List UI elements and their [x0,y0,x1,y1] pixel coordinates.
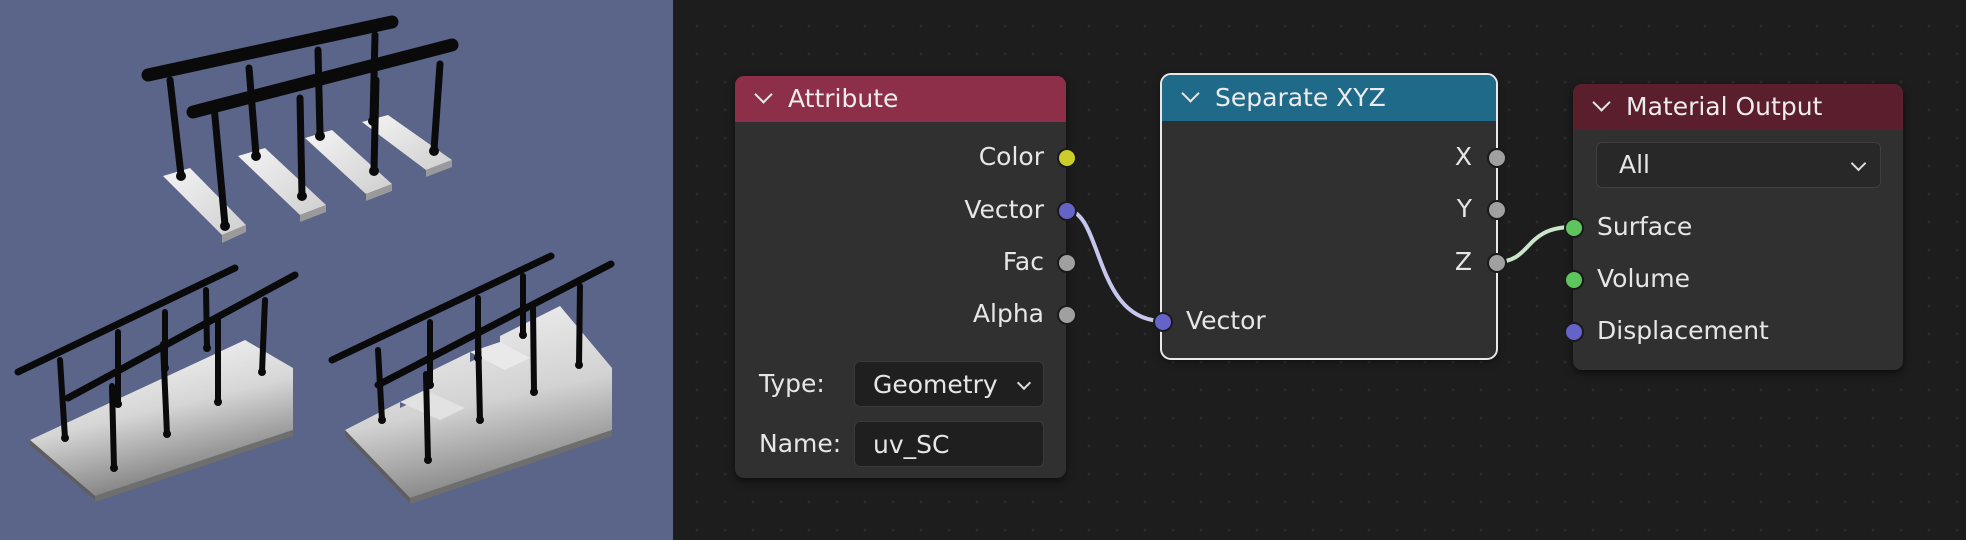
target-dropdown[interactable]: All [1596,142,1881,188]
output-color-socket[interactable] [1057,148,1077,168]
output-fac-socket[interactable] [1057,253,1077,273]
3d-viewport[interactable] [0,0,673,540]
top-railing-model [141,15,459,243]
name-label: Name: [759,429,842,458]
chevron-down-icon[interactable] [754,85,773,104]
separate-xyz-node[interactable]: Separate XYZ X Y Z Vector [1153,73,1507,360]
attribute-node-title: Attribute [788,84,899,113]
output-y-socket[interactable] [1487,200,1507,220]
node-editor[interactable]: Attribute Color Vector Fac Alpha Type: G… [673,0,1966,540]
material-output-node[interactable]: Material Output All Surface Volume Displ… [1564,84,1903,370]
chevron-down-icon[interactable] [1181,84,1200,103]
output-vector-socket[interactable] [1057,201,1077,221]
input-volume-socket[interactable] [1564,270,1584,290]
output-z-label: Z [1454,247,1472,276]
type-label: Type: [759,369,825,398]
output-x-label: X [1454,142,1472,171]
input-vector-socket[interactable] [1153,312,1173,332]
output-x-socket[interactable] [1487,148,1507,168]
output-vector-label: Vector [964,195,1044,224]
attribute-node[interactable]: Attribute Color Vector Fac Alpha Type: G… [735,76,1077,478]
output-color-label: Color [978,142,1044,171]
output-y-label: Y [1456,194,1472,223]
link-vector [1065,208,1164,323]
separate-xyz-node-title: Separate XYZ [1215,83,1386,112]
output-alpha-label: Alpha [972,299,1044,328]
type-dropdown[interactable]: Geometry [854,361,1044,407]
input-displacement-socket[interactable] [1564,322,1584,342]
input-vector-label: Vector [1186,306,1266,335]
output-fac-label: Fac [1002,247,1044,276]
material-output-node-header[interactable]: Material Output [1573,84,1903,130]
input-surface-label: Surface [1597,212,1693,241]
name-input[interactable]: uv_SC [854,421,1044,467]
link-z-surface [1495,225,1574,264]
separate-xyz-node-header[interactable]: Separate XYZ [1162,75,1496,121]
chevron-down-icon[interactable] [1592,93,1611,112]
ramp-railing-model [14,264,299,502]
input-surface-socket[interactable] [1564,218,1584,238]
output-alpha-socket[interactable] [1057,305,1077,325]
input-volume-label: Volume [1597,264,1690,293]
attribute-node-header[interactable]: Attribute [735,76,1066,122]
stair-railing-models [14,15,615,504]
input-displacement-label: Displacement [1597,316,1769,345]
output-z-socket[interactable] [1487,253,1507,273]
stairs-railing-model [328,252,615,504]
material-output-node-title: Material Output [1626,92,1823,121]
